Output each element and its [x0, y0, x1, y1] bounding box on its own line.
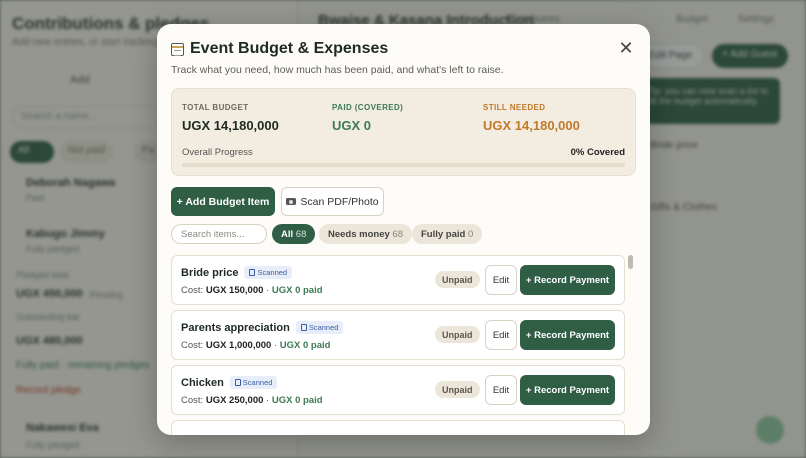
filter-count: 0: [467, 228, 474, 240]
item-cost: Cost: UGX 150,000 · UGX 0 paid: [181, 285, 323, 296]
budget-item-list[interactable]: Bride price Scanned Cost: UGX 150,000 · …: [171, 255, 625, 435]
modal-title-text: Event Budget & Expenses: [190, 40, 389, 57]
scanned-badge-label: Scanned: [308, 323, 339, 332]
filter-all[interactable]: All 68: [272, 224, 316, 244]
status-badge: Unpaid: [435, 271, 480, 288]
scanned-badge: Scanned: [295, 321, 344, 334]
paid-label: PAID (COVERED): [332, 103, 404, 112]
paid-value: UGX 0: [332, 118, 372, 133]
budget-item: [171, 420, 625, 435]
filter-label: Needs money: [328, 228, 390, 240]
status-badge: Unpaid: [435, 326, 480, 343]
document-icon: [234, 379, 241, 386]
document-icon: [249, 269, 256, 276]
cost-value: UGX 150,000: [205, 285, 264, 296]
progress-value: 0% Covered: [570, 147, 625, 158]
filter-count: 68: [295, 228, 307, 240]
budget-item: Bride price Scanned Cost: UGX 150,000 · …: [171, 255, 625, 305]
status-badge: Unpaid: [435, 381, 480, 398]
filter-count: 68: [392, 228, 403, 240]
camera-icon: [286, 198, 297, 205]
record-payment-button[interactable]: + Record Payment: [520, 375, 615, 405]
total-budget: TOTAL BUDGET UGX 14,180,000: [182, 103, 279, 133]
scanned-badge: Scanned: [244, 266, 293, 279]
budget-item: Chicken Scanned Cost: UGX 250,000 · UGX …: [171, 365, 625, 415]
edit-button[interactable]: Edit: [485, 375, 517, 405]
list-scrollbar[interactable]: [628, 255, 633, 435]
scrollbar-thumb[interactable]: [628, 255, 633, 269]
close-icon[interactable]: ✕: [615, 38, 637, 60]
scanned-badge-label: Scanned: [242, 378, 273, 387]
cost-value: UGX 250,000: [205, 395, 264, 406]
paid-covered: PAID (COVERED) UGX 0: [332, 103, 403, 133]
item-cost: Cost: UGX 250,000 · UGX 0 paid: [181, 395, 323, 406]
cost-separator: ·: [266, 285, 270, 296]
filter-fully-paid[interactable]: Fully paid 0: [412, 224, 483, 244]
cost-prefix: Cost:: [181, 285, 204, 296]
paid-amount: UGX 0 paid: [271, 395, 323, 406]
ledger-icon: [171, 42, 184, 56]
item-name: Bride price Scanned: [181, 266, 293, 279]
cost-value: UGX 1,000,000: [205, 340, 272, 351]
edit-button[interactable]: Edit: [485, 265, 517, 295]
item-cost: Cost: UGX 1,000,000 · UGX 0 paid: [181, 340, 330, 351]
item-name: Chicken Scanned: [181, 376, 278, 389]
edit-button[interactable]: Edit: [485, 320, 517, 350]
filter-needs-money[interactable]: Needs money 68: [319, 224, 412, 244]
paid-amount: UGX 0 paid: [279, 340, 331, 351]
filter-label: All: [281, 228, 294, 240]
cost-separator: ·: [266, 395, 270, 406]
budget-modal: Event Budget & Expenses ✕ Track what you…: [157, 24, 650, 435]
still-needed: STILL NEEDED UGX 14,180,000: [483, 103, 580, 133]
progress-bar: [182, 163, 625, 167]
scan-button-label: Scan PDF/Photo: [300, 195, 379, 208]
scan-pdf-photo-button[interactable]: Scan PDF/Photo: [281, 187, 384, 216]
add-budget-item-button[interactable]: + Add Budget Item: [171, 187, 275, 216]
scanned-badge-label: Scanned: [257, 268, 288, 277]
modal-title: Event Budget & Expenses: [171, 40, 388, 58]
needed-label: STILL NEEDED: [483, 103, 546, 112]
record-payment-button[interactable]: + Record Payment: [520, 265, 615, 295]
document-icon: [300, 324, 307, 331]
item-name-text: Bride price: [181, 266, 239, 279]
item-name: Parents appreciation Scanned: [181, 321, 344, 334]
item-name-text: Chicken: [181, 376, 224, 389]
needed-value: UGX 14,180,000: [483, 118, 580, 133]
cost-separator: ·: [273, 340, 278, 351]
cost-prefix: Cost:: [181, 395, 204, 406]
cost-prefix: Cost:: [181, 340, 204, 351]
record-payment-button[interactable]: + Record Payment: [520, 320, 615, 350]
progress-label: Overall Progress: [182, 147, 253, 158]
search-input[interactable]: [171, 224, 267, 244]
scanned-badge: Scanned: [229, 376, 278, 389]
item-name-text: Parents appreciation: [181, 321, 290, 334]
total-budget-value: UGX 14,180,000: [182, 118, 279, 133]
total-budget-label: TOTAL BUDGET: [182, 103, 249, 112]
filter-label: Fully paid: [421, 228, 466, 240]
budget-item: Parents appreciation Scanned Cost: UGX 1…: [171, 310, 625, 360]
modal-subtitle: Track what you need, how much has been p…: [171, 64, 504, 76]
paid-amount: UGX 0 paid: [271, 285, 323, 296]
budget-summary-card: TOTAL BUDGET UGX 14,180,000 PAID (COVERE…: [171, 88, 636, 176]
